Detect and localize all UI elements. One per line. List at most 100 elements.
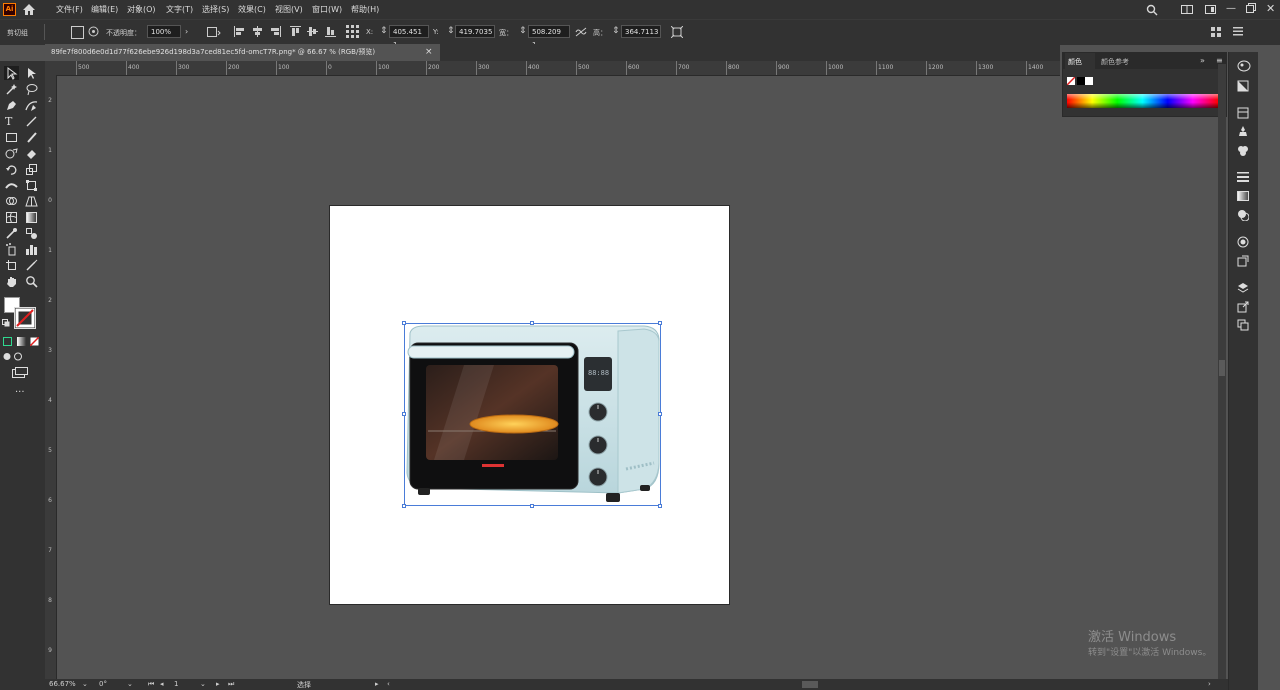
isolate-icon[interactable] bbox=[88, 26, 99, 39]
y-input[interactable]: 419.7035 bbox=[455, 25, 495, 38]
menu-file[interactable]: 文件(F) bbox=[56, 4, 83, 15]
document-tab[interactable]: 89fe7f800d6e0d1d77f626ebe926d198d3a7ced8… bbox=[45, 44, 440, 61]
clipping-mask-icon[interactable] bbox=[71, 26, 84, 39]
transparency-panel-icon[interactable] bbox=[1237, 209, 1250, 223]
gradient-mode-icon[interactable] bbox=[17, 337, 26, 346]
graphic-styles-icon[interactable] bbox=[1237, 144, 1249, 158]
selection-tool-icon[interactable] bbox=[5, 67, 18, 80]
menu-select[interactable]: 选择(S) bbox=[202, 4, 229, 15]
warp-tool-icon[interactable] bbox=[5, 179, 18, 192]
menu-type[interactable]: 文字(T) bbox=[166, 4, 193, 15]
scale-tool-icon[interactable] bbox=[25, 163, 38, 176]
resize-handle-tr[interactable] bbox=[658, 321, 662, 325]
arrange-documents-icon[interactable] bbox=[1181, 5, 1193, 16]
black-swatch[interactable] bbox=[1077, 77, 1085, 85]
color-mode-icon[interactable] bbox=[3, 337, 12, 346]
scroll-left-icon[interactable]: ‹ bbox=[387, 680, 390, 688]
perspective-grid-tool-icon[interactable] bbox=[25, 195, 38, 208]
selection-bounding-box[interactable] bbox=[404, 323, 661, 506]
artboard-dropdown-icon[interactable]: ⌄ bbox=[200, 680, 206, 688]
tab-color[interactable]: 颜色 bbox=[1065, 53, 1095, 69]
none-swatch[interactable] bbox=[1066, 76, 1076, 86]
resize-handle-l[interactable] bbox=[402, 412, 406, 416]
column-graph-tool-icon[interactable] bbox=[25, 243, 38, 256]
brushes-panel-icon[interactable] bbox=[1237, 107, 1249, 121]
x-stepper-icon[interactable]: ⇕ bbox=[380, 26, 388, 36]
white-swatch[interactable] bbox=[1085, 77, 1093, 85]
constrain-proportions-icon[interactable] bbox=[575, 27, 587, 39]
resize-handle-r[interactable] bbox=[658, 412, 662, 416]
menu-object[interactable]: 对象(O) bbox=[127, 4, 156, 15]
export-panel-icon[interactable] bbox=[1237, 301, 1249, 315]
menu-edit[interactable]: 编辑(E) bbox=[91, 4, 118, 15]
align-left-icon[interactable] bbox=[234, 26, 245, 39]
paintbrush-tool-icon[interactable] bbox=[25, 131, 38, 144]
layers-panel-icon[interactable] bbox=[1237, 282, 1249, 296]
align-top-icon[interactable] bbox=[290, 26, 301, 39]
x-input[interactable]: 405.451 1 bbox=[389, 25, 429, 49]
menu-effect[interactable]: 效果(C) bbox=[238, 4, 266, 15]
symbol-sprayer-tool-icon[interactable] bbox=[5, 243, 18, 256]
resize-handle-br[interactable] bbox=[658, 504, 662, 508]
height-stepper-icon[interactable]: ⇕ bbox=[612, 26, 620, 36]
minimize-icon[interactable]: — bbox=[1226, 3, 1236, 14]
close-icon[interactable]: ✕ bbox=[1266, 2, 1275, 15]
width-input[interactable]: 508.209 1 bbox=[528, 25, 570, 49]
free-transform-tool-icon[interactable] bbox=[25, 179, 38, 192]
scroll-right-icon[interactable]: › bbox=[1208, 680, 1211, 688]
last-artboard-icon[interactable]: ⏭ bbox=[228, 680, 234, 689]
search-icon[interactable] bbox=[1146, 4, 1158, 18]
y-stepper-icon[interactable]: ⇕ bbox=[447, 26, 455, 36]
rotation-value[interactable]: 0° bbox=[99, 680, 107, 688]
opacity-input[interactable]: 100% bbox=[147, 25, 181, 38]
appearance-panel-icon[interactable] bbox=[1237, 236, 1249, 250]
artboards-panel-icon[interactable] bbox=[1237, 319, 1249, 333]
menu-help[interactable]: 帮助(H) bbox=[351, 4, 379, 15]
gradient-panel-icon[interactable] bbox=[1237, 191, 1249, 203]
first-artboard-icon[interactable]: ⏮ bbox=[148, 680, 154, 689]
symbols-panel-icon[interactable] bbox=[1237, 125, 1249, 139]
stroke-panel-icon[interactable] bbox=[1237, 172, 1249, 184]
horizontal-ruler[interactable]: 500 400 300 200 100 0 100 200 300 400 500 600 700 800… bbox=[45, 61, 1060, 76]
collapse-panel-icon[interactable]: » bbox=[1200, 56, 1205, 65]
hand-tool-icon[interactable] bbox=[5, 275, 18, 288]
screen-mode-icon[interactable] bbox=[12, 367, 28, 380]
restore-icon[interactable] bbox=[1246, 3, 1256, 15]
zoom-dropdown-icon[interactable]: ⌄ bbox=[82, 680, 88, 688]
status-menu-icon[interactable]: ▸ bbox=[375, 680, 379, 688]
resize-handle-t[interactable] bbox=[530, 321, 534, 325]
rotate-tool-icon[interactable] bbox=[5, 163, 18, 176]
shape-builder-tool-icon[interactable] bbox=[5, 195, 18, 208]
arrange-panel-icon[interactable] bbox=[1211, 27, 1222, 39]
artboard-tool-icon[interactable] bbox=[5, 259, 18, 272]
recolor-icon[interactable] bbox=[207, 27, 221, 39]
previous-artboard-icon[interactable]: ◂ bbox=[160, 680, 164, 688]
eraser-tool-icon[interactable] bbox=[25, 147, 38, 160]
slice-tool-icon[interactable] bbox=[25, 259, 38, 272]
type-tool-icon[interactable]: T bbox=[5, 115, 18, 128]
none-mode-icon[interactable] bbox=[29, 336, 40, 347]
align-right-icon[interactable] bbox=[270, 26, 281, 39]
rotation-dropdown-icon[interactable]: ⌄ bbox=[127, 680, 133, 688]
next-artboard-icon[interactable]: ▸ bbox=[216, 680, 220, 688]
lasso-tool-icon[interactable] bbox=[25, 83, 38, 96]
curvature-tool-icon[interactable] bbox=[25, 99, 38, 112]
zoom-level[interactable]: 66.67% bbox=[49, 680, 76, 688]
home-icon[interactable] bbox=[22, 3, 36, 16]
resize-handle-bl[interactable] bbox=[402, 504, 406, 508]
transform-icon[interactable] bbox=[670, 25, 684, 40]
vertical-scroll-thumb[interactable] bbox=[1219, 360, 1225, 376]
color-spectrum[interactable] bbox=[1067, 94, 1218, 108]
mesh-tool-icon[interactable] bbox=[5, 211, 18, 224]
resize-handle-tl[interactable] bbox=[402, 321, 406, 325]
line-tool-icon[interactable] bbox=[25, 115, 38, 128]
artboard-number[interactable]: 1 bbox=[174, 680, 178, 688]
horizontal-scroll-thumb[interactable] bbox=[802, 681, 818, 688]
reference-point-icon[interactable] bbox=[346, 25, 359, 40]
rectangle-tool-icon[interactable] bbox=[5, 131, 18, 144]
shaper-tool-icon[interactable] bbox=[5, 147, 18, 160]
zoom-tool-icon[interactable] bbox=[25, 275, 38, 288]
eyedropper-tool-icon[interactable] bbox=[5, 227, 18, 240]
default-colors-icon[interactable] bbox=[2, 319, 10, 327]
align-bottom-icon[interactable] bbox=[325, 26, 336, 39]
